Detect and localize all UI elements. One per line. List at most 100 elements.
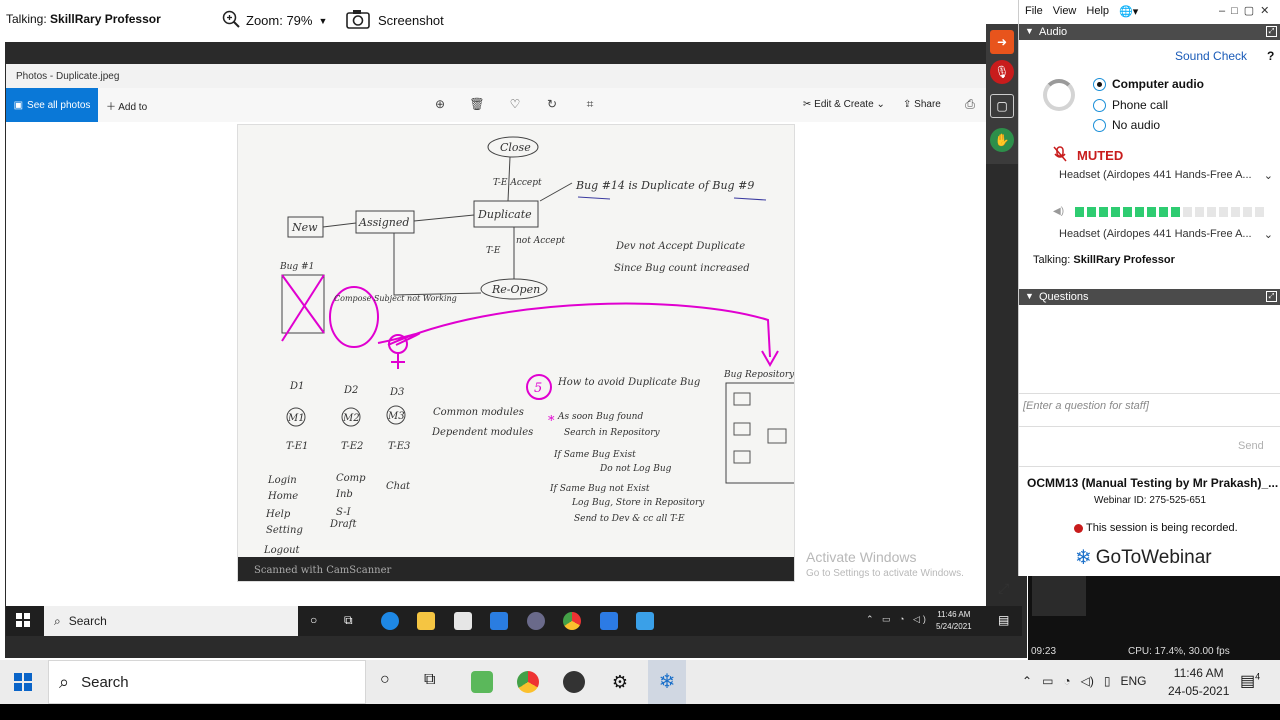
question-input[interactable]: [Enter a question for staff] <box>1019 393 1280 427</box>
chrome-icon[interactable] <box>563 612 581 630</box>
chrome-icon[interactable] <box>517 671 539 693</box>
volume-icon: ◁) <box>1080 674 1094 688</box>
radio-dot <box>1093 118 1106 132</box>
watermark-line1: Activate Windows <box>806 549 917 565</box>
audio-section-header[interactable]: ▼ Audio ⤢ <box>1019 24 1280 40</box>
label-te: T-E <box>486 246 501 256</box>
talking-name: SkillRary Professor <box>50 12 161 26</box>
media-icon[interactable] <box>527 612 545 630</box>
globe-icon[interactable]: 🌐▾ <box>1119 5 1138 18</box>
zoom-control[interactable]: Zoom: 79% ▼ <box>222 10 327 31</box>
see-all-label: See all photos <box>27 99 91 111</box>
windows-start-icon[interactable] <box>14 673 32 694</box>
arrow-right-icon[interactable]: ➜ <box>990 30 1014 54</box>
battery-icon: ▯ <box>1103 674 1111 688</box>
meter-segment <box>1075 206 1085 217</box>
gotowebinar-app-icon[interactable] <box>600 612 618 630</box>
logo-text: GoToWebinar <box>1095 546 1212 568</box>
menu-view[interactable]: View <box>1053 5 1077 18</box>
shared-date: 5/24/2021 <box>936 622 972 631</box>
expand-icon[interactable]: ⤢ <box>998 580 1009 597</box>
screenshot-label: Screenshot <box>378 13 444 28</box>
share-button[interactable]: ⇪ Share <box>903 99 941 110</box>
meter-segment <box>1219 206 1229 217</box>
popout-icon[interactable]: ⤢ <box>1266 26 1277 37</box>
app-plus-icon[interactable] <box>471 671 493 693</box>
sound-check-link[interactable]: Sound Check <box>1175 49 1247 63</box>
settings-gear-icon[interactable]: ⚙ <box>609 671 631 693</box>
photos-toolbar: ▣ See all photos ＋ Add to ⊕ 🗑 ♡ ↻ ⌗ ✂ Ed… <box>6 88 986 122</box>
gotowebinar-logo: ❄ GoToWebinar <box>1075 545 1212 570</box>
edit-create-button[interactable]: ✂ Edit & Create ⌄ <box>803 99 885 110</box>
zoom-label: Zoom: 79% <box>246 13 313 28</box>
shared-search-box[interactable]: ⌕ Search <box>44 606 298 636</box>
webinar-info: OCMM13 (Manual Testing by Mr Prakash)_..… <box>1019 466 1280 576</box>
collapse-caret-icon: ▼ <box>1025 291 1034 301</box>
edge-icon[interactable] <box>381 612 399 630</box>
mic-device-select[interactable]: Headset (Airdopes 441 Hands-Free A... ⌄ <box>1059 169 1275 181</box>
speaker-device-select[interactable]: Headset (Airdopes 441 Hands-Free A... ⌄ <box>1059 228 1275 240</box>
cortana-icon[interactable]: ○ <box>310 613 317 627</box>
rotate-icon[interactable]: ↻ <box>544 97 560 113</box>
mic-muted-icon <box>1053 146 1067 165</box>
cortana-icon[interactable]: ○ <box>380 671 390 689</box>
avoid-line-3: Do not Log Bug <box>599 464 672 474</box>
heart-icon[interactable]: ♡ <box>507 97 523 113</box>
questions-section-header[interactable]: ▼ Questions ⤢ <box>1019 289 1280 305</box>
notification-icon[interactable]: ▤4 <box>1240 671 1260 691</box>
photos-app-icon[interactable] <box>636 612 654 630</box>
session-time: 09:23 <box>1031 646 1057 657</box>
zoom-in-icon[interactable]: ⊕ <box>432 97 448 113</box>
audio-header-label: Audio <box>1039 26 1068 38</box>
radio-computer-audio[interactable]: Computer audio <box>1093 77 1204 91</box>
shared-notification-icon[interactable]: ▤ <box>998 613 1009 627</box>
shared-system-tray[interactable]: ⌃ ▭ ◔ ◁) <box>866 614 929 625</box>
panel-talking-name: SkillRary Professor <box>1073 254 1175 266</box>
trash-icon[interactable]: 🗑 <box>469 97 485 113</box>
radio-phone-call[interactable]: Phone call <box>1093 98 1168 112</box>
muted-status[interactable]: MUTED <box>1053 146 1123 165</box>
add-to-button[interactable]: ＋ Add to <box>106 98 147 113</box>
raise-hand-icon[interactable]: ✋ <box>990 128 1014 152</box>
screen-icon[interactable]: ▢ <box>990 94 1014 118</box>
menu-help[interactable]: Help <box>1086 5 1109 18</box>
shared-screen-header <box>5 42 1027 64</box>
crop-icon[interactable]: ⌗ <box>582 97 598 113</box>
recording-label: This session is being recorded. <box>1086 522 1238 534</box>
screenshot-button[interactable]: Screenshot <box>346 9 444 32</box>
windows-start-icon[interactable] <box>16 613 30 630</box>
radio-no-audio[interactable]: No audio <box>1093 118 1160 132</box>
meter-segment <box>1099 206 1109 217</box>
photos-window-title: Photos - Duplicate.jpeg <box>6 64 986 88</box>
popout-icon[interactable]: ⤢ <box>1266 291 1277 302</box>
obs-icon[interactable] <box>563 671 585 693</box>
host-system-tray[interactable]: ⌃ ▭ ◔ ◁) ▯ ENG <box>1022 674 1147 688</box>
avoid-title: How to avoid Duplicate Bug <box>557 377 700 388</box>
send-button[interactable]: Send <box>1238 440 1264 452</box>
meter-segment <box>1231 206 1241 217</box>
shared-clock: 11:46 AM 5/24/2021 <box>936 609 972 633</box>
meet-icon: ▭ <box>1042 674 1054 688</box>
host-clock[interactable]: 11:46 AM 24-05-2021 <box>1168 664 1229 700</box>
mail-icon[interactable] <box>490 612 508 630</box>
microphone-icon[interactable]: 🎙 <box>990 60 1014 84</box>
see-all-photos-button[interactable]: ▣ See all photos <box>6 88 98 122</box>
menu-file[interactable]: File <box>1025 5 1043 18</box>
common-modules: Common modules <box>433 407 524 418</box>
meter-segment <box>1135 206 1145 217</box>
task-view-icon[interactable]: ⧉ <box>344 613 353 628</box>
store-icon[interactable] <box>454 612 472 630</box>
module2-1: Inb <box>335 489 353 500</box>
help-icon[interactable]: ? <box>1267 49 1274 63</box>
module1-4: Logout <box>263 545 301 556</box>
window-controls[interactable]: –□▢✕ <box>1219 4 1275 17</box>
meter-segment <box>1171 206 1181 217</box>
file-explorer-icon[interactable] <box>417 612 435 630</box>
meter-segment <box>1147 206 1157 217</box>
host-search-box[interactable]: ⌕ Search <box>48 660 366 704</box>
module3-0: Chat <box>386 481 411 492</box>
col-m3: M3 <box>387 411 405 422</box>
task-view-icon[interactable]: ⧉ <box>424 671 435 689</box>
gotowebinar-taskbar-icon[interactable]: ❄ <box>648 660 686 704</box>
print-icon[interactable]: ⎙ <box>962 97 978 113</box>
